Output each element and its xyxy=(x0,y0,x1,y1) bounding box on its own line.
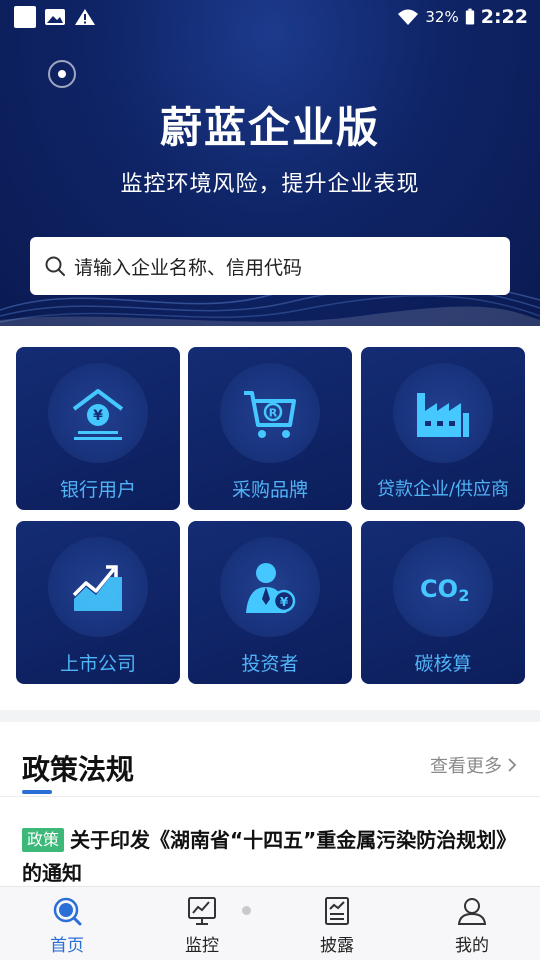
svg-text:¥: ¥ xyxy=(280,595,289,609)
svg-text:CO: CO xyxy=(420,575,458,603)
category-listed-companies[interactable]: 上市公司 xyxy=(16,521,180,684)
nav-label: 披露 xyxy=(320,936,354,956)
view-more-label: 查看更多 xyxy=(430,756,502,777)
svg-text:¥: ¥ xyxy=(93,408,103,424)
title-underline xyxy=(22,790,52,794)
category-bank-users[interactable]: ¥ 银行用户 xyxy=(16,347,180,510)
nav-disclosure[interactable]: 披露 xyxy=(297,895,377,956)
investor-icon: ¥ xyxy=(246,563,296,613)
nav-home[interactable]: 首页 xyxy=(27,895,107,956)
svg-text:R: R xyxy=(269,407,278,420)
chevron-right-icon xyxy=(508,758,517,772)
battery-icon xyxy=(465,8,474,25)
wifi-icon xyxy=(398,9,419,25)
category-carbon-accounting[interactable]: CO 2 碳核算 xyxy=(361,521,525,684)
decorative-ring-icon xyxy=(48,60,76,88)
floating-dot xyxy=(242,906,251,915)
user-icon xyxy=(457,898,487,925)
stock-chart-icon xyxy=(72,565,122,611)
co2-icon: CO 2 xyxy=(420,575,470,605)
factory-icon xyxy=(417,393,469,437)
image-icon xyxy=(45,9,65,25)
search-input[interactable]: 请输入企业名称、信用代码 xyxy=(30,237,510,295)
category-label: 上市公司 xyxy=(59,653,136,675)
category-loan-suppliers[interactable]: 贷款企业/供应商 xyxy=(361,347,525,510)
nav-monitor[interactable]: 监控 xyxy=(162,895,242,956)
category-label: 投资者 xyxy=(241,653,299,675)
status-bar: 32% 2:22 xyxy=(0,0,540,36)
category-grid: ¥ 银行用户 R 采购品牌 贷款企业/供应商 上市公司 ¥ 投资者 CO 2 碳… xyxy=(0,326,540,710)
clock: 2:22 xyxy=(480,6,528,28)
view-more-link[interactable]: 查看更多 xyxy=(430,752,518,778)
hero-banner: 32% 2:22 蔚蓝企业版 监控环境风险，提升企业表现 请输入企业名称、信用代… xyxy=(0,0,540,326)
section-title: 政策法规 xyxy=(22,753,135,786)
category-label: 采购品牌 xyxy=(231,479,308,501)
category-label: 碳核算 xyxy=(414,653,472,675)
nav-profile[interactable]: 我的 xyxy=(432,895,512,956)
category-purchase-brands[interactable]: R 采购品牌 xyxy=(188,347,352,510)
notification-icon xyxy=(14,6,36,28)
home-search-icon xyxy=(53,897,82,926)
warning-icon xyxy=(75,9,95,25)
divider xyxy=(0,796,540,797)
report-icon xyxy=(325,897,349,925)
app-subtitle: 监控环境风险，提升企业表现 xyxy=(120,172,420,197)
monitor-icon xyxy=(188,897,216,925)
news-title: 关于印发《湖南省“十四五”重金属污染防治规划》的通知 xyxy=(22,828,517,885)
shopping-cart-icon: R xyxy=(244,391,296,438)
news-item[interactable]: 政策 关于印发《湖南省“十四五”重金属污染防治规划》的通知 xyxy=(22,824,518,890)
svg-text:2: 2 xyxy=(458,586,469,605)
bottom-navigation: 首页 监控 披露 我的 xyxy=(0,886,540,960)
battery-percent: 32% xyxy=(425,8,459,26)
nav-label: 监控 xyxy=(185,936,219,956)
bank-icon: ¥ xyxy=(72,389,124,440)
category-investors[interactable]: ¥ 投资者 xyxy=(188,521,352,684)
nav-label: 我的 xyxy=(455,936,489,956)
app-title: 蔚蓝企业版 xyxy=(159,103,380,152)
policy-tag-badge: 政策 xyxy=(22,828,65,852)
search-placeholder: 请输入企业名称、信用代码 xyxy=(74,256,303,279)
nav-label: 首页 xyxy=(50,936,84,956)
category-label: 贷款企业/供应商 xyxy=(376,479,510,500)
category-label: 银行用户 xyxy=(59,479,136,501)
search-icon xyxy=(45,256,65,276)
